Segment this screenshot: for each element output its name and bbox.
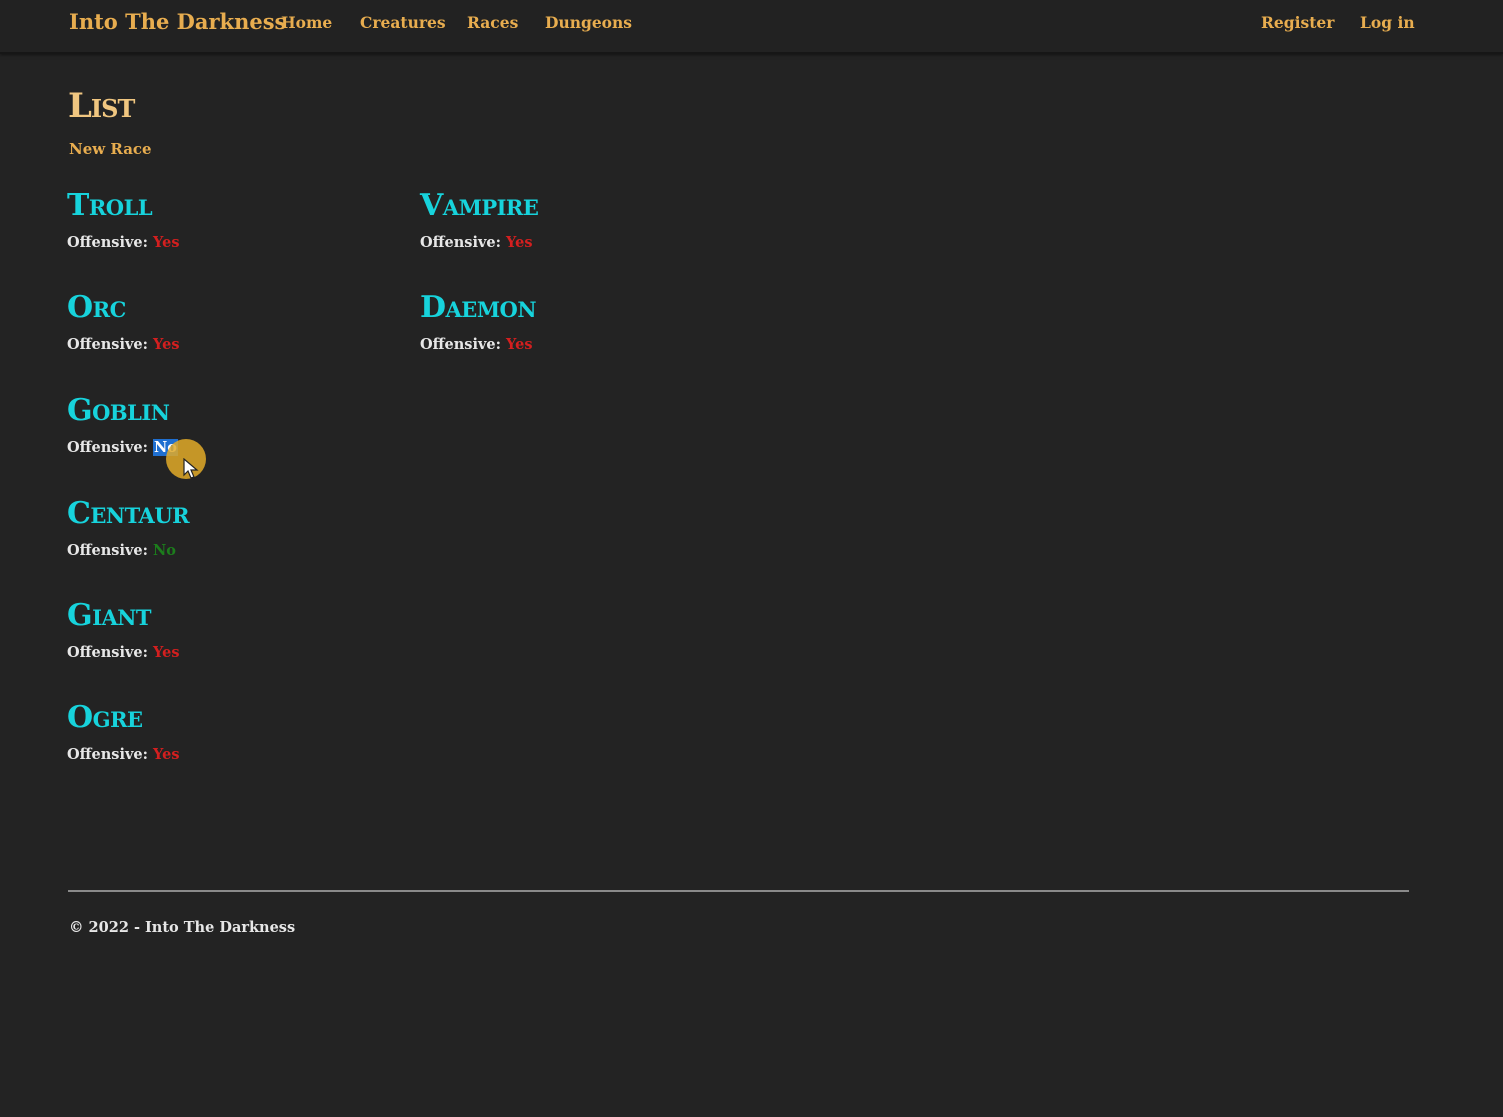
race-offensive: Offensive: Yes	[67, 336, 180, 353]
offensive-value: No	[153, 542, 176, 559]
offensive-value: Yes	[153, 746, 180, 763]
offensive-value: Yes	[153, 644, 180, 661]
footer-copyright: © 2022 - Into The Darkness	[69, 919, 296, 936]
race-card-troll: Troll Offensive: Yes	[67, 188, 180, 251]
nav-link-home[interactable]: Home	[281, 13, 332, 32]
race-card-vampire: Vampire Offensive: Yes	[420, 188, 539, 251]
offensive-label: Offensive:	[67, 234, 148, 251]
race-offensive: Offensive: No	[67, 542, 189, 559]
race-name[interactable]: Goblin	[67, 393, 178, 429]
offensive-label: Offensive:	[420, 336, 501, 353]
footer-divider	[68, 890, 1409, 892]
offensive-label: Offensive:	[420, 234, 501, 251]
offensive-value: Yes	[506, 336, 533, 353]
nav-link-login[interactable]: Log in	[1360, 13, 1415, 32]
brand-link[interactable]: Into The Darkness	[69, 9, 286, 34]
race-name[interactable]: Giant	[67, 598, 180, 634]
offensive-value: Yes	[153, 336, 180, 353]
nav-link-dungeons[interactable]: Dungeons	[545, 13, 632, 32]
offensive-label: Offensive:	[67, 746, 148, 763]
offensive-label: Offensive:	[67, 336, 148, 353]
race-card-centaur: Centaur Offensive: No	[67, 496, 190, 559]
race-name[interactable]: Centaur	[67, 496, 190, 532]
race-name[interactable]: Orc	[67, 290, 180, 326]
top-navbar: Into The Darkness Home Creatures Races D…	[0, 0, 1503, 54]
race-card-ogre: Ogre Offensive: Yes	[67, 700, 180, 763]
offensive-value: Yes	[506, 234, 533, 251]
race-card-giant: Giant Offensive: Yes	[67, 598, 180, 661]
race-offensive: Offensive: No	[67, 439, 178, 456]
new-race-link[interactable]: New Race	[69, 140, 152, 158]
nav-link-register[interactable]: Register	[1261, 13, 1334, 32]
offensive-value: Yes	[153, 234, 180, 251]
mouse-pointer-icon	[183, 458, 199, 479]
race-name[interactable]: Vampire	[420, 188, 539, 224]
race-card-daemon: Daemon Offensive: Yes	[420, 290, 537, 353]
race-offensive: Offensive: Yes	[67, 644, 180, 661]
page-title: List	[68, 86, 135, 126]
race-offensive: Offensive: Yes	[67, 234, 180, 251]
race-offensive: Offensive: Yes	[420, 336, 536, 353]
offensive-label: Offensive:	[67, 644, 148, 661]
offensive-label: Offensive:	[67, 542, 148, 559]
race-card-goblin: Goblin Offensive: No	[67, 393, 178, 456]
nav-link-races[interactable]: Races	[467, 13, 518, 32]
offensive-label: Offensive:	[67, 439, 148, 456]
race-name[interactable]: Ogre	[67, 700, 180, 736]
race-offensive: Offensive: Yes	[420, 234, 538, 251]
race-name[interactable]: Troll	[67, 188, 180, 224]
race-name[interactable]: Daemon	[420, 290, 537, 326]
race-card-orc: Orc Offensive: Yes	[67, 290, 180, 353]
race-offensive: Offensive: Yes	[67, 746, 180, 763]
nav-link-creatures[interactable]: Creatures	[360, 13, 446, 32]
